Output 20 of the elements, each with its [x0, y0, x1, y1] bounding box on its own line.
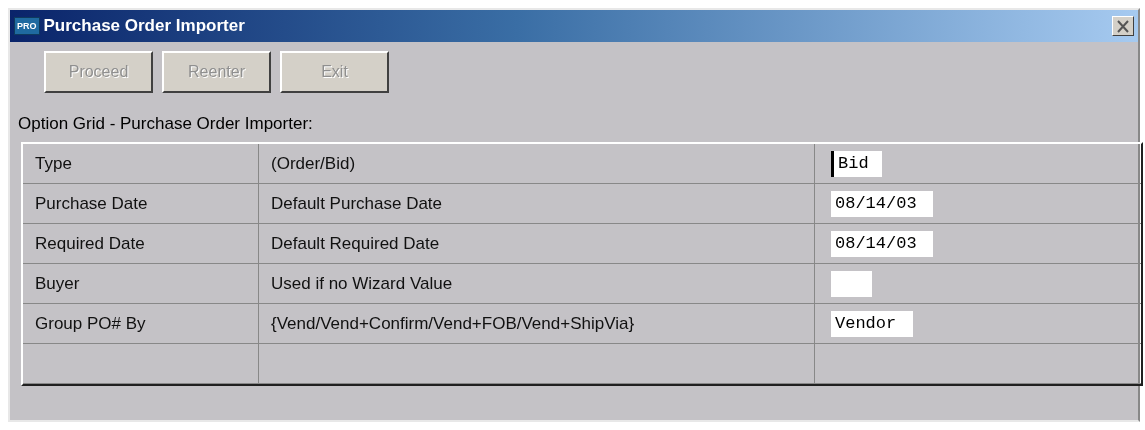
option-cell: Buyer	[23, 264, 259, 304]
option-cell: Type	[23, 144, 259, 184]
value-field[interactable]	[831, 270, 872, 297]
description-cell: Default Purchase Date	[259, 184, 815, 224]
description-cell: Used if no Wizard Value	[259, 264, 815, 304]
value-field[interactable]: Vendor	[831, 310, 913, 337]
close-button[interactable]	[1112, 16, 1134, 36]
value-field[interactable]: 08/14/03	[831, 230, 933, 257]
value-field[interactable]: Bid	[831, 150, 882, 177]
description-cell: Default Required Date	[259, 224, 815, 264]
grid-label: Option Grid - Purchase Order Importer:	[17, 113, 314, 134]
description-cell: {Vend/Vend+Confirm/Vend+FOB/Vend+ShipVia}	[259, 304, 815, 344]
option-cell: Required Date	[23, 224, 259, 264]
close-icon	[1116, 19, 1130, 33]
value-field[interactable]: 08/14/03	[831, 190, 933, 217]
description-cell: (Order/Bid)	[259, 144, 815, 184]
app-icon: PRO	[14, 17, 40, 35]
window-title: Purchase Order Importer	[43, 16, 246, 36]
option-cell: Group PO# By	[23, 304, 259, 344]
option-cell: Purchase Date	[23, 184, 259, 224]
